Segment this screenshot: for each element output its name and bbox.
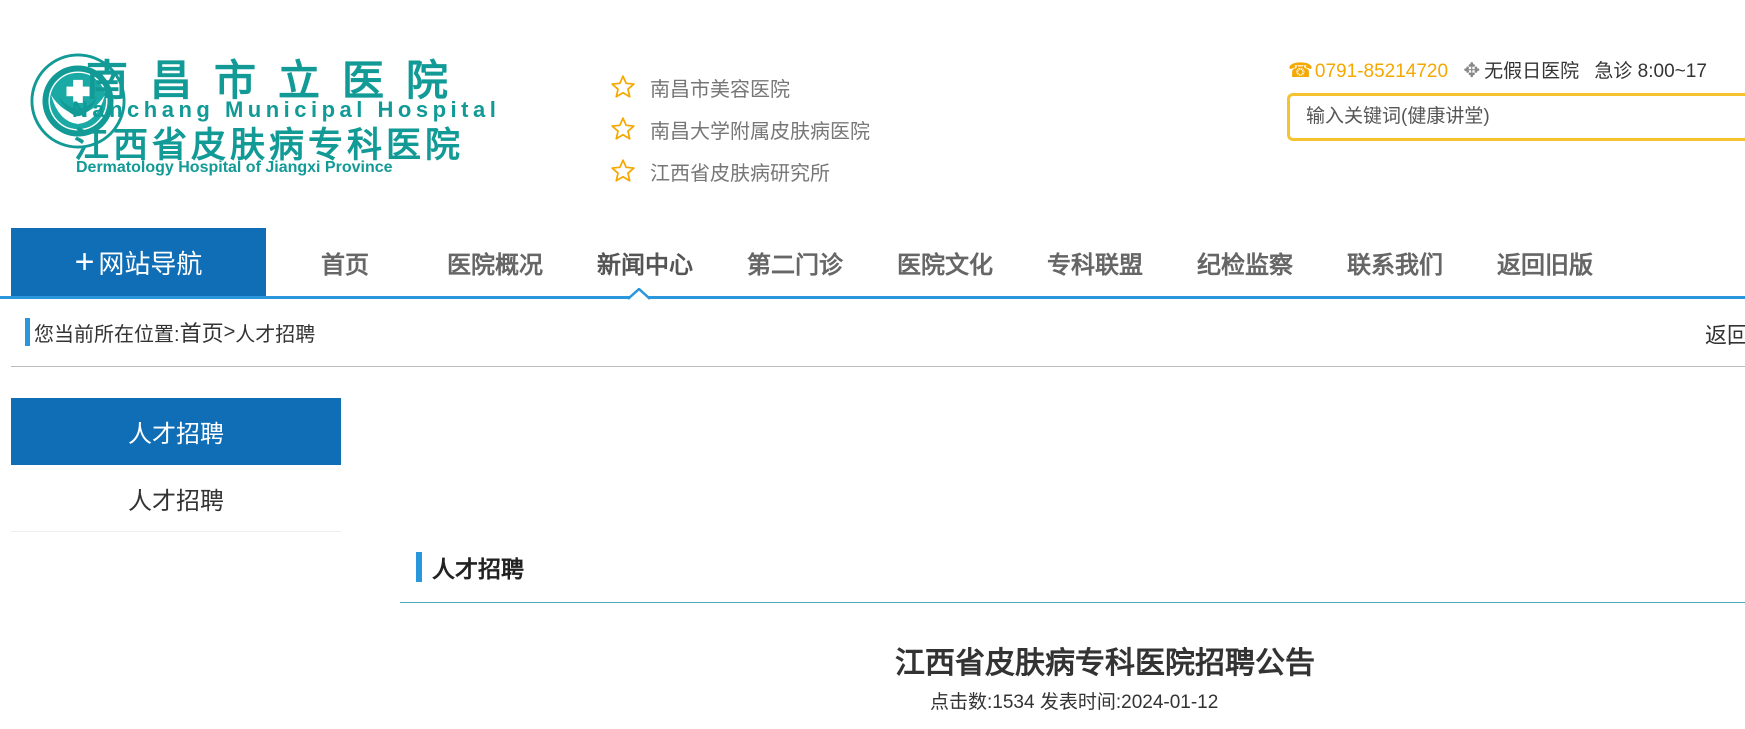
emergency-hours: 急诊 8:00~17 [1594,61,1707,82]
affiliation-label: 南昌大学附属皮肤病医院 [650,120,870,143]
nav-item-old-version[interactable]: 返回旧版 [1470,228,1620,296]
star-icon [611,75,635,98]
site-nav-button[interactable]: + 网站导航 [11,228,266,296]
nav-item-second-clinic[interactable]: 第二门诊 [720,228,870,296]
clicks-label: 点击数: [930,692,993,713]
back-link[interactable]: 返回 [1705,318,1745,350]
phone-icon: ☎ [1288,60,1313,82]
star-icon [611,117,635,140]
holiday-label: 无假日医院 [1484,61,1580,82]
affiliations-list: 南昌市美容医院 南昌大学附属皮肤病医院 江西省皮肤病研究所 [610,66,870,192]
sidebar-item-recruitment[interactable]: 人才招聘 [11,465,341,532]
active-caret-icon [628,288,650,300]
section-title: 人才招聘 [416,552,524,582]
nav-item-news[interactable]: 新闻中心 [570,228,720,296]
article-meta: 点击数:1534 发表时间:2024-01-12 [930,687,1218,714]
main-nav: + 网站导航 首页 医院概况 新闻中心 第二门诊 医院文化 专科联盟 纪检监察 … [0,228,1745,300]
publish-date: 2024-01-12 [1121,692,1219,713]
hospital-logo[interactable]: 南昌市立医院 Nanchang Municipal Hospital 江西省皮肤… [30,45,590,176]
nav-item-culture[interactable]: 医院文化 [870,228,1020,296]
affiliation-label: 南昌市美容医院 [650,78,790,101]
search-input[interactable] [1290,96,1745,138]
contact-info: ☎ 0791-85214720 ✥ 无假日医院 急诊 8:00~17 [1288,56,1707,83]
nav-item-alliance[interactable]: 专科联盟 [1020,228,1170,296]
clicks-count: 1534 [992,692,1035,713]
nav-underline [0,296,1745,299]
star-icon [611,159,635,182]
section-marker [416,552,422,582]
affiliation-item: 南昌大学附属皮肤病医院 [610,108,870,150]
plus-circle-icon: ✥ [1463,60,1481,82]
plus-icon: + [74,242,95,281]
affiliation-item: 南昌市美容医院 [610,66,870,108]
article-title: 江西省皮肤病专科医院招聘公告 [895,647,1315,680]
sidebar-title: 人才招聘 [11,398,341,465]
nav-item-overview[interactable]: 医院概况 [420,228,570,296]
section-divider [400,602,1745,603]
breadcrumb-separator: > [223,320,236,343]
site-nav-label: 网站导航 [98,248,203,279]
breadcrumb-marker [25,318,30,346]
affiliation-label: 江西省皮肤病研究所 [650,162,830,185]
date-label: 发表时间: [1039,692,1122,713]
section-title-text: 人才招聘 [432,556,524,582]
search-box [1287,93,1745,141]
affiliation-item: 江西省皮肤病研究所 [610,150,870,192]
breadcrumb-divider [11,366,1745,367]
breadcrumb: 您当前所在位置: 首页 > 人才招聘 [25,318,315,346]
breadcrumb-prefix: 您当前所在位置: [34,323,180,346]
nav-item-home[interactable]: 首页 [270,228,420,296]
nav-item-contact[interactable]: 联系我们 [1320,228,1470,296]
breadcrumb-home[interactable]: 首页 [180,316,224,348]
nav-item-discipline[interactable]: 纪检监察 [1170,228,1320,296]
phone-number: 0791-85214720 [1314,61,1449,82]
nav-items: 首页 医院概况 新闻中心 第二门诊 医院文化 专科联盟 纪检监察 联系我们 返回… [270,228,1620,296]
breadcrumb-current[interactable]: 人才招聘 [235,318,315,347]
logo-en-name-2: Dermatology Hospital of Jiangxi Province [76,159,393,176]
